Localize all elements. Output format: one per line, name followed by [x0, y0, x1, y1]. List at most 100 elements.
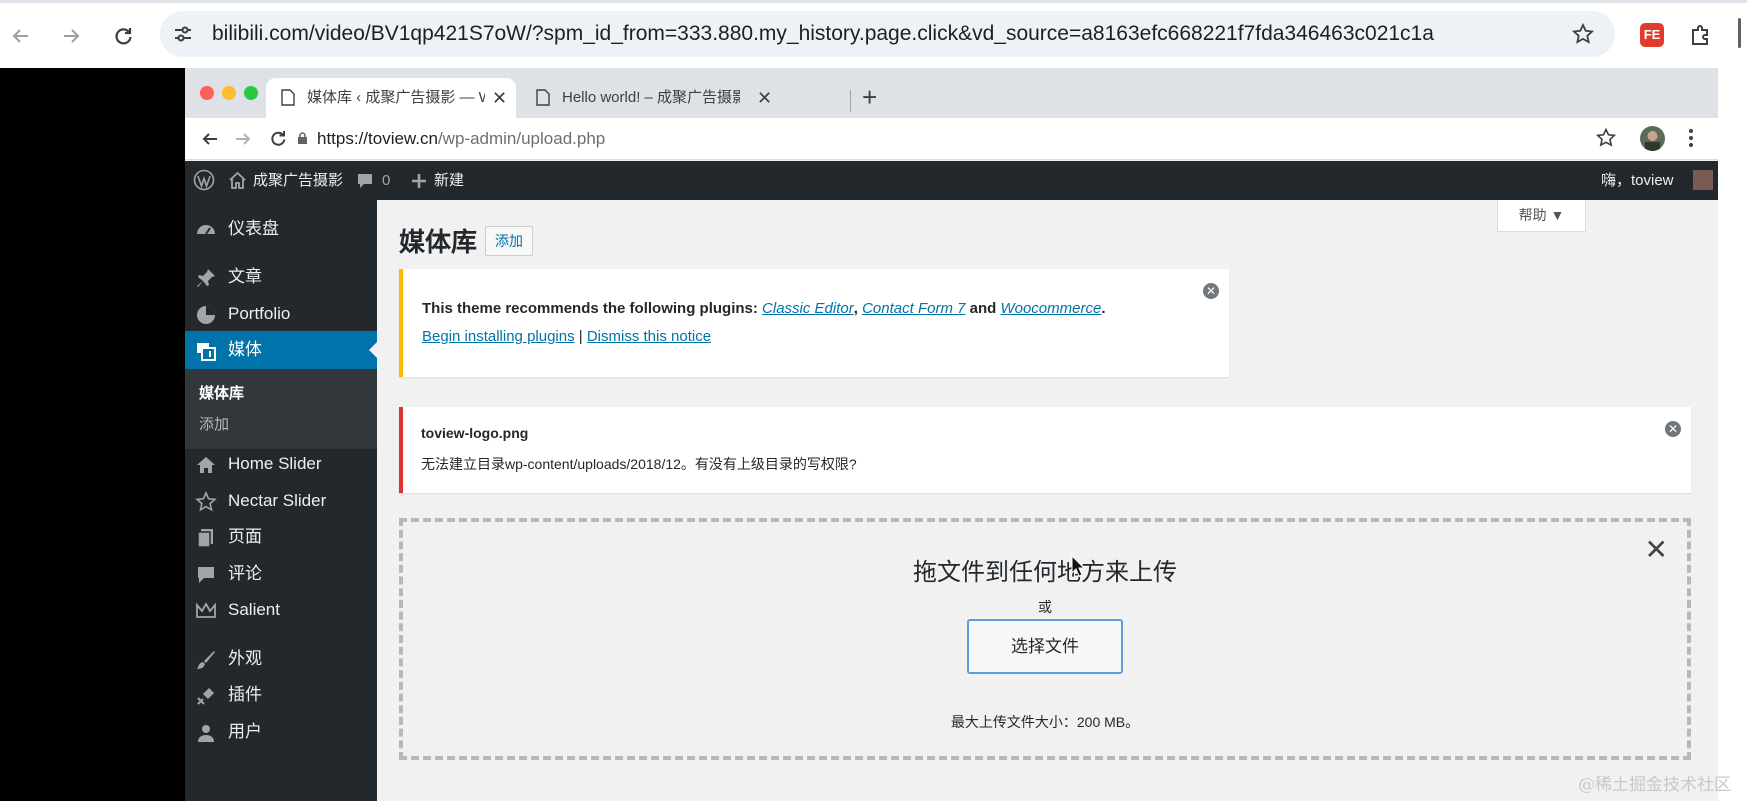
mouse-cursor-icon	[1071, 555, 1085, 577]
sidebar-item-label: Nectar Slider	[228, 491, 327, 510]
bookmark-star-icon[interactable]	[1571, 22, 1595, 46]
tab-title: 媒体库 ‹ 成聚广告摄影 — Word	[307, 89, 485, 106]
sidebar-item-portfolio[interactable]: Portfolio	[185, 295, 377, 333]
site-settings-icon[interactable]	[172, 23, 194, 45]
sidebar-item-dashboard[interactable]: 仪表盘	[185, 210, 377, 248]
reload-icon[interactable]	[265, 126, 291, 152]
sidebar-item-posts[interactable]: 文章	[185, 258, 377, 296]
back-icon[interactable]	[197, 126, 223, 152]
outer-url-text[interactable]: bilibili.com/video/BV1qp421S7oW/?spm_id_…	[212, 11, 1434, 57]
page-favicon-icon	[281, 89, 295, 106]
woocommerce-link[interactable]: Woocommerce	[1000, 300, 1101, 317]
site-name-link[interactable]: 成聚广告摄影	[253, 161, 343, 200]
sidebar-item-label: 外观	[228, 649, 262, 668]
user-greeting[interactable]: 嗨，toview	[1601, 161, 1674, 200]
kebab-menu-icon[interactable]	[1688, 126, 1694, 150]
inner-address-bar[interactable]: https://toview.cn/wp-admin/upload.php	[317, 124, 605, 154]
max-upload-size: 最大上传文件大小：200 MB。	[950, 714, 1140, 730]
new-content-link[interactable]: 新建	[434, 161, 464, 200]
comment-icon	[198, 567, 214, 583]
help-tab-button[interactable]: 帮助 ▼	[1497, 200, 1586, 232]
sidebar-item-nectar-slider[interactable]: Nectar Slider	[185, 482, 377, 520]
plugin-notice-actions: Begin installing plugins | Dismiss this …	[422, 328, 711, 345]
select-files-button[interactable]: 选择文件	[967, 619, 1123, 674]
plugin-notice-separator: ,	[853, 300, 863, 317]
bookmark-star-icon[interactable]	[1595, 127, 1617, 149]
sidebar-item-users[interactable]: 用户	[185, 713, 377, 751]
main-content: 帮助 ▼ 媒体库 添加 This theme recommends the fo…	[377, 200, 1718, 801]
sidebar-item-label: 用户	[228, 722, 262, 741]
plus-icon[interactable]	[411, 173, 427, 189]
tab-title: Hello world! – 成聚广告摄影	[562, 89, 740, 106]
brush-icon	[197, 651, 215, 669]
plugin-notice-suffix: .	[1101, 300, 1106, 317]
outer-scrollbar-edge	[1738, 18, 1741, 48]
close-tab-icon[interactable]: ✕	[492, 78, 507, 118]
classic-editor-link[interactable]: Classic Editor	[762, 300, 854, 317]
tab-media-library[interactable]: 媒体库 ‹ 成聚广告摄影 — Word ✕	[266, 78, 516, 118]
comment-count[interactable]: 0	[382, 161, 390, 200]
sidebar-item-label: 页面	[228, 527, 262, 546]
sidebar-item-label: 文章	[228, 267, 262, 286]
sidebar-item-comments[interactable]: 评论	[185, 555, 377, 593]
inner-browser-window: 媒体库 ‹ 成聚广告摄影 — Word ✕ Hello world! – 成聚广…	[185, 68, 1718, 801]
back-icon[interactable]	[4, 19, 38, 53]
media-icon	[197, 343, 216, 361]
minimize-window-button[interactable]	[222, 86, 236, 100]
fe-extension-icon[interactable]: FE	[1640, 23, 1664, 47]
pin-icon	[197, 269, 215, 287]
add-new-button[interactable]: 添加	[485, 226, 533, 256]
forward-icon[interactable]	[54, 19, 88, 53]
url-path: /wp-admin/upload.php	[437, 129, 606, 148]
comment-bubble-icon[interactable]	[356, 172, 374, 190]
lock-icon[interactable]	[297, 132, 308, 145]
sidebar-item-pages[interactable]: 页面	[185, 518, 377, 556]
drop-instructions: 拖文件到任何地方来上传	[913, 559, 1177, 586]
dismiss-notice-link[interactable]: Dismiss this notice	[587, 328, 711, 345]
dismiss-notice-icon[interactable]: ✕	[1203, 283, 1219, 299]
tab-separator	[850, 90, 851, 112]
dismiss-error-icon[interactable]: ✕	[1665, 421, 1681, 437]
sidebar-item-label: 评论	[228, 564, 262, 583]
begin-installing-link[interactable]: Begin installing plugins	[422, 328, 575, 345]
page-icon	[197, 529, 213, 548]
crown-icon	[196, 602, 216, 618]
maximize-window-button[interactable]	[244, 86, 258, 100]
plugin-recommendation-notice: This theme recommends the following plug…	[399, 269, 1229, 377]
outer-browser-toolbar: bilibili.com/video/BV1qp421S7oW/?spm_id_…	[0, 0, 1747, 68]
home-icon[interactable]	[228, 171, 247, 189]
plugin-notice-text: This theme recommends the following plug…	[422, 300, 1106, 317]
user-icon	[198, 725, 214, 742]
admin-sidebar: 仪表盘 文章 Portfolio 媒体 媒体库 添加 Home Slider N…	[185, 200, 377, 801]
home-icon	[197, 457, 215, 473]
drag-drop-upload-area[interactable]: ✕ 拖文件到任何地方来上传 或 选择文件 最大上传文件大小：200 MB。	[399, 518, 1691, 760]
plugin-notice-prefix: This theme recommends the following plug…	[422, 300, 763, 317]
close-tab-icon[interactable]: ✕	[757, 78, 772, 118]
sidebar-item-home-slider[interactable]: Home Slider	[185, 445, 377, 483]
forward-icon[interactable]	[230, 126, 256, 152]
sidebar-item-label: Salient	[228, 600, 280, 619]
submenu-item-add[interactable]: 添加	[199, 413, 229, 434]
plugin-notice-separator: and	[965, 300, 1001, 317]
sidebar-item-plugins[interactable]: 插件	[185, 676, 377, 714]
star-icon	[195, 491, 217, 512]
reload-icon[interactable]	[106, 19, 140, 53]
contact-form-7-link[interactable]: Contact Form 7	[862, 300, 965, 317]
sidebar-item-appearance[interactable]: 外观	[185, 640, 377, 678]
wordpress-logo-icon[interactable]	[193, 169, 215, 191]
close-window-button[interactable]	[200, 86, 214, 100]
new-tab-button[interactable]: +	[862, 80, 877, 114]
sidebar-item-label: Home Slider	[228, 454, 322, 473]
portfolio-icon	[197, 306, 215, 324]
dashboard-icon	[197, 225, 215, 235]
plugin-icon	[197, 688, 214, 705]
extensions-puzzle-icon[interactable]	[1688, 22, 1714, 48]
tab-hello-world[interactable]: Hello world! – 成聚广告摄影 ✕	[521, 78, 772, 118]
user-avatar[interactable]	[1693, 170, 1713, 190]
outer-address-bar[interactable]: bilibili.com/video/BV1qp421S7oW/?spm_id_…	[160, 11, 1615, 57]
sidebar-item-salient[interactable]: Salient	[185, 591, 377, 629]
error-filename: toview-logo.png	[421, 425, 529, 441]
sidebar-item-media[interactable]: 媒体	[185, 331, 377, 369]
submenu-item-library[interactable]: 媒体库	[199, 382, 244, 403]
profile-avatar[interactable]	[1640, 126, 1665, 151]
